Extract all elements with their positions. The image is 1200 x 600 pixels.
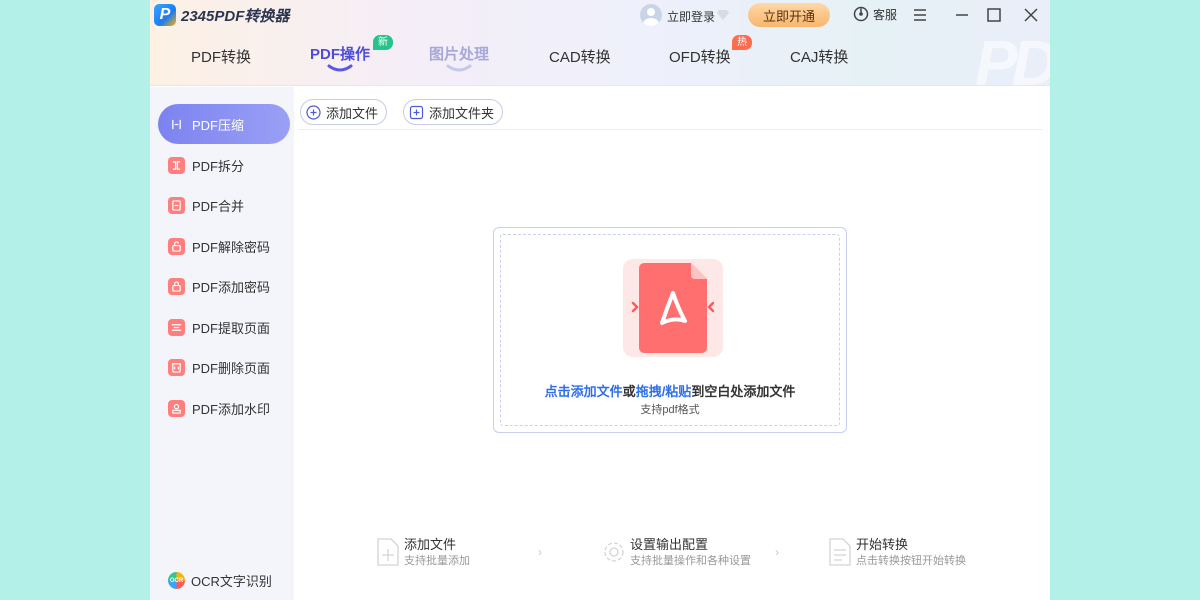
menu-button[interactable] (910, 5, 930, 25)
sidebar-item-add-watermark[interactable]: PDF添加水印 (158, 388, 290, 428)
sidebar-item-label: PDF添加水印 (192, 401, 271, 417)
step-title: 开始转换 (856, 537, 909, 552)
active-tab-indicator (327, 64, 353, 72)
sidebar-item-delete-pages[interactable]: PDF删除页面 (158, 347, 290, 387)
sidebar-item-extract-pages[interactable]: PDF提取页面 (158, 307, 290, 347)
step-title: 设置输出配置 (630, 537, 709, 552)
ocr-label: OCR文字识别 (191, 574, 272, 589)
hint-rest: 到空白处添加文件 (691, 384, 796, 399)
minimize-icon (956, 14, 968, 16)
app-header: PD P 2345PDF转换器 立即登录 立即开通 客服 PDF转换 PDF操作… (150, 0, 1050, 99)
sidebar-item-label: PDF拆分 (192, 158, 245, 174)
pdf-file-icon (623, 259, 723, 357)
sidebar-item-split[interactable]: PDF拆分 (158, 145, 290, 185)
step-start-convert: 开始转换 点击转换按钮开始转换 (826, 537, 966, 569)
sidebar-item-label: PDF合并 (192, 198, 245, 214)
step-desc: 点击转换按钮开始转换 (856, 555, 966, 567)
step-output-settings: 设置输出配置 支持批量操作和各种设置 (600, 537, 751, 569)
avatar-icon[interactable] (640, 4, 662, 26)
document-icon (829, 538, 851, 566)
gear-icon (604, 542, 624, 562)
maximize-icon (987, 8, 1001, 22)
menu-icon (914, 9, 926, 21)
sidebar: PDF压缩 PDF拆分 PDF合并 PDF解除密码 PDF添加密码 PDF提取页… (150, 87, 294, 600)
plus-circle-icon (306, 104, 321, 120)
customer-service-button[interactable]: 客服 (852, 5, 897, 23)
step-desc: 支持批量操作和各种设置 (630, 555, 751, 567)
add-file-step-icon (377, 538, 399, 566)
sidebar-item-label: PDF解除密码 (192, 239, 271, 255)
add-folder-button[interactable]: 添加文件夹 (403, 99, 504, 125)
sidebar-item-compress[interactable]: PDF压缩 (158, 104, 290, 144)
supported-format-text: 支持pdf格式 (640, 404, 700, 416)
add-folder-label: 添加文件夹 (429, 105, 495, 121)
app-window: PD P 2345PDF转换器 立即登录 立即开通 客服 PDF转换 PDF操作… (150, 0, 1050, 600)
toolbar-divider (298, 129, 1042, 130)
logo-icon: P (154, 4, 176, 26)
step-add-file: 添加文件 支持批量添加 (374, 537, 470, 569)
service-label: 客服 (873, 7, 898, 22)
click-add-file-link[interactable]: 点击添加文件 (545, 384, 623, 399)
app-logo: P 2345PDF转换器 (154, 3, 289, 27)
sidebar-item-label: PDF提取页面 (192, 320, 271, 336)
step-desc: 支持批量添加 (404, 555, 470, 567)
dropzone-area[interactable]: 点击添加文件或拖拽/粘贴到空白处添加文件 支持pdf格式 (500, 234, 840, 426)
dropzone-hint: 点击添加文件或拖拽/粘贴到空白处添加文件 (501, 381, 839, 400)
compress-icon (168, 116, 185, 133)
unlock-icon (168, 237, 185, 255)
drag-paste-link[interactable]: 拖拽/粘贴 (636, 384, 692, 399)
headset-icon (853, 6, 869, 22)
chevron-right-icon: › (538, 545, 542, 559)
watermark-icon (168, 399, 185, 417)
tab-pdf-operate[interactable]: PDF操作 (310, 43, 370, 64)
maximize-button[interactable] (984, 5, 1004, 25)
tab-image-process[interactable]: 图片处理 (429, 43, 489, 64)
hint-or: 或 (622, 384, 636, 399)
sidebar-item-add-password[interactable]: PDF添加密码 (158, 266, 290, 306)
extract-icon (168, 318, 185, 336)
header-watermark: PD (975, 27, 1050, 99)
ocr-icon: OCR (168, 572, 185, 589)
close-button[interactable] (1021, 5, 1041, 25)
tab-cad-convert[interactable]: CAD转换 (549, 46, 611, 67)
chevron-right-icon: › (775, 545, 779, 559)
add-file-label: 添加文件 (326, 105, 379, 121)
tab-indicator (446, 64, 472, 72)
split-icon (168, 156, 185, 174)
sidebar-item-label: PDF添加密码 (192, 279, 271, 295)
add-file-button[interactable]: 添加文件 (300, 99, 388, 125)
vip-button[interactable]: 立即开通 (748, 3, 830, 27)
tab-ofd-convert[interactable]: OFD转换 (669, 46, 731, 67)
close-icon (1024, 8, 1038, 22)
hot-badge: 热 (732, 35, 752, 50)
ocr-button[interactable]: OCR OCR文字识别 (168, 571, 272, 590)
merge-icon (168, 196, 185, 214)
sidebar-item-label: PDF压缩 (192, 117, 245, 133)
sidebar-item-label: PDF删除页面 (192, 360, 271, 376)
minimize-button[interactable] (952, 5, 972, 25)
step-title: 添加文件 (404, 537, 457, 552)
diamond-icon (717, 10, 729, 20)
delete-icon (168, 358, 185, 376)
sidebar-item-merge[interactable]: PDF合并 (158, 185, 290, 225)
lock-icon (168, 277, 185, 295)
app-title: 2345PDF转换器 (181, 7, 290, 25)
file-dropzone[interactable]: 点击添加文件或拖拽/粘贴到空白处添加文件 支持pdf格式 (493, 227, 847, 433)
tab-caj-convert[interactable]: CAJ转换 (790, 46, 848, 67)
tab-pdf-convert[interactable]: PDF转换 (191, 46, 251, 67)
new-badge: 新 (373, 35, 393, 50)
sidebar-item-unlock[interactable]: PDF解除密码 (158, 226, 290, 266)
login-link[interactable]: 立即登录 (667, 8, 715, 25)
plus-square-icon (409, 105, 424, 119)
